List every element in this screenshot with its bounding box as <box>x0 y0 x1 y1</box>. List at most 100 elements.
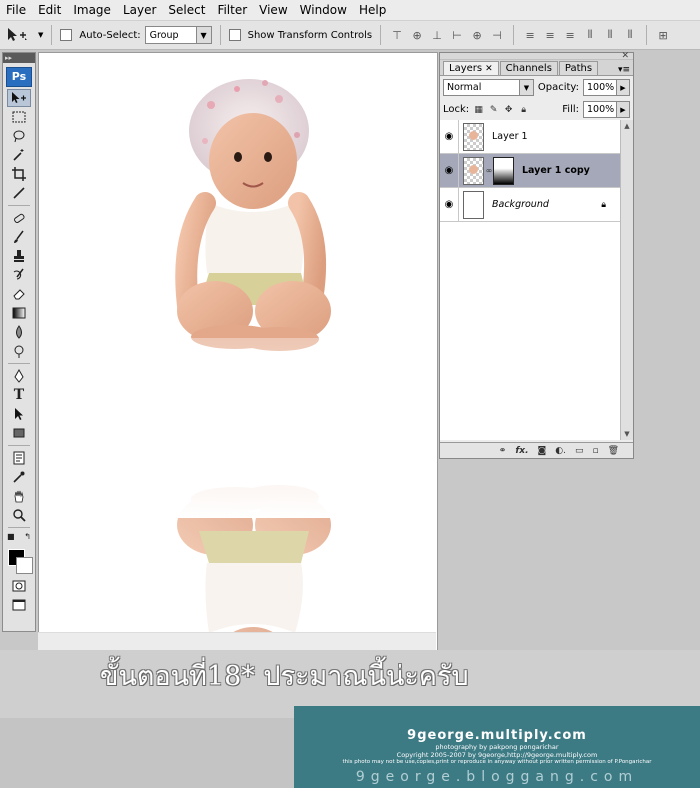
distribute-top-icon[interactable]: ≡ <box>522 27 538 43</box>
menu-item-file[interactable]: File <box>0 0 32 20</box>
lasso-tool-icon[interactable] <box>7 127 31 145</box>
distribute-right-icon[interactable]: ⦀ <box>622 27 638 43</box>
layer-mask-thumbnail[interactable] <box>493 156 514 185</box>
blend-mode-dropdown[interactable]: Normal ▼ <box>443 79 534 96</box>
toolbox-grip[interactable]: ▸▸ <box>3 53 35 63</box>
add-mask-icon[interactable]: ◙ <box>537 446 546 456</box>
notes-tool-icon[interactable] <box>7 449 31 467</box>
eye-icon[interactable]: ◉ <box>440 188 459 221</box>
eye-icon[interactable]: ◉ <box>440 154 459 187</box>
new-layer-icon[interactable]: ▫ <box>592 446 598 456</box>
tab-close-icon[interactable]: ✕ <box>485 64 493 74</box>
distribute-hcenter-icon[interactable]: ⦀ <box>602 27 618 43</box>
auto-select-checkbox[interactable] <box>60 29 75 41</box>
ps-logo[interactable]: Ps <box>6 67 32 87</box>
layer-style-icon[interactable]: fx. <box>515 446 528 456</box>
chevron-right-icon[interactable]: ▶ <box>616 102 629 117</box>
show-transform-checkbox[interactable] <box>228 29 244 41</box>
separator <box>51 25 53 45</box>
lock-position-icon[interactable]: ✥ <box>503 104 514 115</box>
preset-dropdown-arrow-icon[interactable]: ▼ <box>38 31 43 39</box>
layer-row-layer-1-copy[interactable]: ◉ ∞ Layer 1 copy <box>440 154 620 188</box>
menu-item-help[interactable]: Help <box>353 0 392 20</box>
align-vcenter-icon[interactable]: ⊕ <box>409 27 425 43</box>
align-hcenter-icon[interactable]: ⊕ <box>469 27 485 43</box>
scroll-down-icon[interactable]: ▼ <box>621 428 633 440</box>
chevron-right-icon[interactable]: ▶ <box>616 80 629 95</box>
magic-wand-icon[interactable] <box>7 146 31 164</box>
opacity-field[interactable]: 100% ▶ <box>583 79 630 96</box>
layer-thumbnail <box>463 122 484 151</box>
new-group-icon[interactable]: ▭ <box>575 446 584 456</box>
align-left-icon[interactable]: ⊢ <box>449 27 465 43</box>
lock-all-icon[interactable]: 🔒︎ <box>518 104 529 115</box>
canvas-document[interactable] <box>38 52 438 757</box>
screen-mode-icon[interactable] <box>7 596 31 614</box>
clone-stamp-icon[interactable] <box>7 247 31 265</box>
watermark-banner: 9george.multiply.com photography by pakp… <box>294 706 700 788</box>
history-brush-icon[interactable] <box>7 266 31 284</box>
scroll-up-icon[interactable]: ▲ <box>621 120 633 132</box>
menu-item-window[interactable]: Window <box>294 0 353 20</box>
align-top-icon[interactable]: ⊤ <box>389 27 405 43</box>
fill-field[interactable]: 100% ▶ <box>583 101 630 118</box>
eraser-tool-icon[interactable] <box>7 285 31 303</box>
hand-tool-icon[interactable] <box>7 487 31 505</box>
menu-item-select[interactable]: Select <box>162 0 211 20</box>
blend-mode-value: Normal <box>447 82 482 93</box>
menu-item-layer[interactable]: Layer <box>117 0 162 20</box>
color-swatches[interactable] <box>5 545 33 574</box>
separator <box>380 25 382 45</box>
path-selection-icon[interactable] <box>7 405 31 423</box>
align-right-icon[interactable]: ⊣ <box>489 27 505 43</box>
panel-title-strip[interactable]: ✕ <box>440 51 633 61</box>
eye-icon[interactable]: ◉ <box>440 120 459 153</box>
blur-tool-icon[interactable] <box>7 323 31 341</box>
crop-tool-icon[interactable] <box>7 165 31 183</box>
menu-item-view[interactable]: View <box>253 0 293 20</box>
swap-colors-icon[interactable]: ■ ↰ <box>5 531 33 541</box>
tab-layers[interactable]: Layers ✕ <box>443 61 499 75</box>
gradient-tool-icon[interactable] <box>7 304 31 322</box>
tab-paths[interactable]: Paths <box>558 61 599 75</box>
auto-select-dropdown[interactable]: Group ▼ <box>144 26 212 44</box>
align-bottom-icon[interactable]: ⊥ <box>429 27 445 43</box>
move-tool-icon[interactable] <box>7 89 31 107</box>
eyedropper-tool-icon[interactable] <box>7 468 31 486</box>
layer-row-layer-1[interactable]: ◉ Layer 1 <box>440 120 620 154</box>
link-chain-icon[interactable]: ∞ <box>485 166 493 175</box>
quick-mask-icon[interactable] <box>7 577 31 595</box>
tab-channels[interactable]: Channels <box>499 61 558 75</box>
shape-tool-icon[interactable] <box>7 424 31 442</box>
menu-item-image[interactable]: Image <box>67 0 117 20</box>
document-status-bar <box>38 632 436 651</box>
panel-tabs: Layers ✕ Channels Paths ▾≡ <box>440 60 633 76</box>
link-layers-icon[interactable]: ⚭ <box>499 446 507 456</box>
distribute-left-icon[interactable]: ⦀ <box>582 27 598 43</box>
zoom-tool-icon[interactable] <box>7 506 31 524</box>
adjustment-layer-icon[interactable]: ◐. <box>555 446 566 456</box>
watermark-blog: 9george.bloggang.com <box>355 769 639 785</box>
lock-transparent-icon[interactable]: ▦ <box>473 104 484 115</box>
layer-row-background[interactable]: ◉ Background 🔒︎ <box>440 188 620 222</box>
auto-align-icon[interactable]: ⊞ <box>655 27 671 43</box>
distribute-bottom-icon[interactable]: ≡ <box>562 27 578 43</box>
menu-item-edit[interactable]: Edit <box>32 0 67 20</box>
healing-brush-icon[interactable] <box>7 209 31 227</box>
panel-close-icon[interactable]: ✕ <box>621 51 629 61</box>
menu-item-filter[interactable]: Filter <box>211 0 253 20</box>
panel-menu-icon[interactable]: ▾≡ <box>618 65 633 75</box>
slice-tool-icon[interactable] <box>7 184 31 202</box>
brush-tool-icon[interactable] <box>7 228 31 246</box>
move-tool-preset-icon[interactable] <box>0 24 34 46</box>
background-color-swatch[interactable] <box>16 557 33 574</box>
delete-layer-icon[interactable]: 🗑︎ <box>608 446 619 456</box>
lock-image-icon[interactable]: ✎ <box>488 104 499 115</box>
distribute-vcenter-icon[interactable]: ≡ <box>542 27 558 43</box>
pen-tool-icon[interactable] <box>7 367 31 385</box>
dodge-tool-icon[interactable] <box>7 342 31 360</box>
layers-scrollbar[interactable]: ▲ ▼ <box>620 120 633 440</box>
fill-value: 100% <box>587 104 615 115</box>
marquee-tool-icon[interactable] <box>7 108 31 126</box>
type-tool-icon[interactable]: T <box>7 386 31 404</box>
